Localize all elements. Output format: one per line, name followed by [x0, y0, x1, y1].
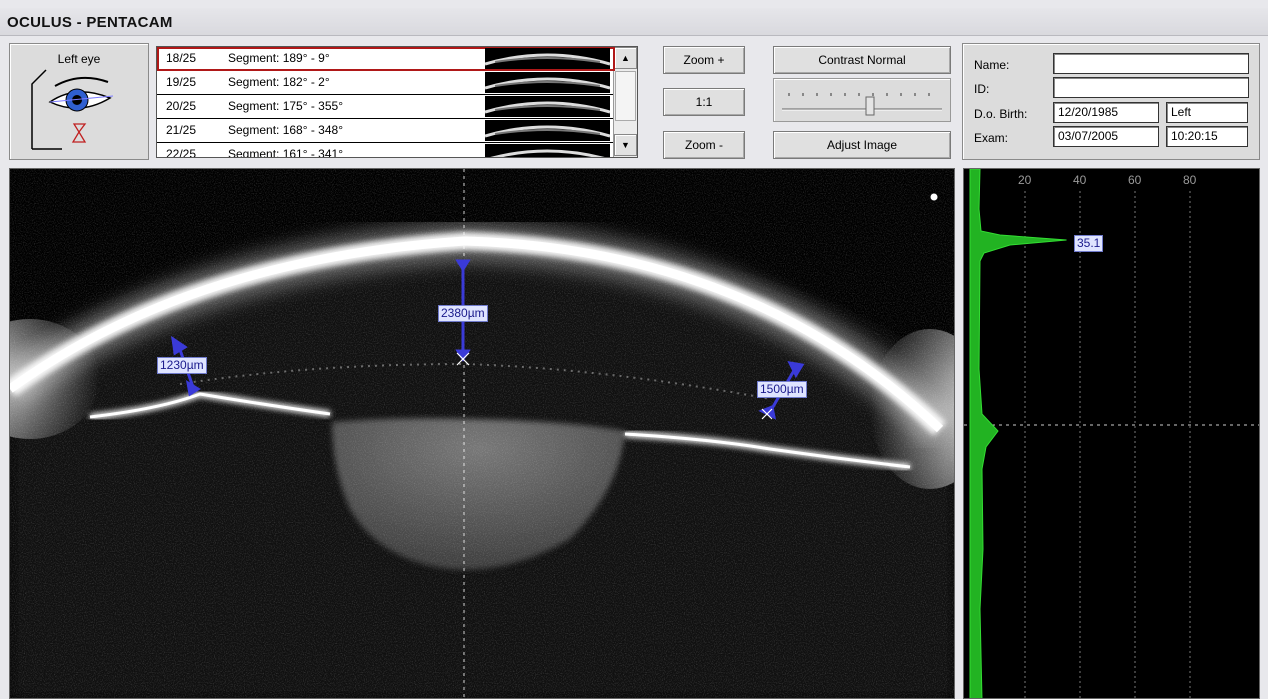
- densitometry-plot: [964, 169, 1259, 698]
- scroll-up-icon[interactable]: ▲: [614, 47, 637, 69]
- x-tick-label: 60: [1128, 173, 1142, 187]
- name-label: Name:: [974, 58, 1010, 72]
- patient-info-panel: Name: ID: D.o. Birth: 12/20/1985 Left Ex…: [962, 43, 1260, 160]
- id-label: ID:: [974, 82, 990, 96]
- scroll-thumb[interactable]: [615, 71, 636, 121]
- dob-label: D.o. Birth:: [974, 107, 1028, 121]
- segment-scrollbar[interactable]: ▲ ▼: [613, 47, 637, 157]
- exam-date-field[interactable]: 03/07/2005: [1053, 126, 1159, 147]
- thickness-label-left: 1230µm: [157, 357, 207, 374]
- segment-row[interactable]: 18/25 Segment: 189° - 9°: [157, 47, 615, 71]
- contrast-button[interactable]: Contrast Normal: [773, 46, 951, 74]
- scroll-down-icon[interactable]: ▼: [614, 134, 637, 156]
- segment-label: Segment: 161° - 341°: [228, 147, 344, 157]
- eye-icon: [31, 69, 114, 150]
- exam-time-field[interactable]: 10:20:15: [1166, 126, 1248, 147]
- segment-label: Segment: 189° - 9°: [228, 51, 330, 65]
- x-tick-label: 80: [1183, 173, 1197, 187]
- zoom-reset-button[interactable]: 1:1: [663, 88, 745, 116]
- app-title: OCULUS - PENTACAM: [7, 14, 173, 31]
- scan-graphic: [10, 169, 954, 698]
- eye-side-field[interactable]: Left: [1166, 102, 1248, 123]
- peak-density-label: 35.1: [1074, 235, 1104, 252]
- id-field[interactable]: [1053, 77, 1249, 98]
- segment-thumbnail: [485, 144, 610, 157]
- segment-label: Segment: 182° - 2°: [228, 75, 330, 89]
- x-tick-label: 40: [1073, 173, 1087, 187]
- segment-thumbnail: [485, 48, 610, 69]
- segment-row[interactable]: 22/25 Segment: 161° - 341°: [157, 143, 615, 157]
- depth-label-center: 2380µm: [438, 305, 488, 322]
- exam-label: Exam:: [974, 131, 1009, 145]
- x-tick-label: 20: [1018, 173, 1032, 187]
- segment-number: 22/25: [166, 147, 197, 157]
- segment-number: 21/25: [166, 123, 197, 137]
- segment-number: 18/25: [166, 51, 197, 65]
- density-profile: [969, 169, 1067, 698]
- segment-thumbnail: [485, 72, 610, 93]
- segment-label: Segment: 168° - 348°: [228, 123, 344, 137]
- segment-number: 20/25: [166, 99, 197, 113]
- dob-field[interactable]: 12/20/1985: [1053, 102, 1159, 123]
- segment-number: 19/25: [166, 75, 197, 89]
- contrast-slider[interactable]: [773, 78, 951, 122]
- segment-thumbnail: [485, 96, 610, 117]
- segment-thumbnail: [485, 120, 610, 141]
- name-field[interactable]: [1053, 53, 1249, 74]
- thickness-label-right: 1500µm: [757, 381, 807, 398]
- slider-handle[interactable]: [865, 96, 875, 116]
- scheimpflug-image[interactable]: 1230µm 2380µm 1500µm: [9, 168, 955, 699]
- eye-indicator-panel: Left eye: [9, 43, 149, 160]
- segment-list[interactable]: 18/25 Segment: 189° - 9° 19/25 Segment: …: [156, 46, 638, 158]
- title-bar: OCULUS - PENTACAM: [0, 8, 1268, 36]
- zoom-in-button[interactable]: Zoom +: [663, 46, 745, 74]
- segment-row[interactable]: 19/25 Segment: 182° - 2°: [157, 71, 615, 95]
- zoom-out-button[interactable]: Zoom -: [663, 131, 745, 159]
- segment-label: Segment: 175° - 355°: [228, 99, 344, 113]
- segment-row[interactable]: 21/25 Segment: 168° - 348°: [157, 119, 615, 143]
- segment-row[interactable]: 20/25 Segment: 175° - 355°: [157, 95, 615, 119]
- adjust-image-button[interactable]: Adjust Image: [773, 131, 951, 159]
- densitometry-chart: 20 40 60 80 35.1: [963, 168, 1260, 699]
